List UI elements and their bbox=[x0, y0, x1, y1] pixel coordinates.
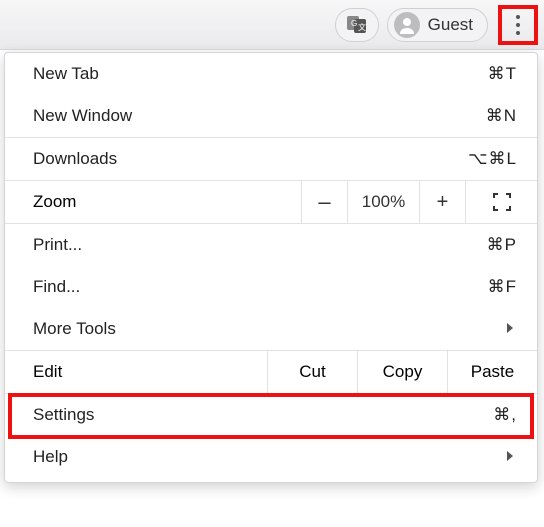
translate-icon: G 文 bbox=[347, 16, 367, 34]
menu-item-shortcut: ⌘F bbox=[488, 277, 517, 297]
menu-item-more-tools[interactable]: More Tools bbox=[5, 308, 537, 351]
menu-item-new-tab[interactable]: New Tab ⌘T bbox=[5, 53, 537, 95]
menu-item-shortcut: ⌘, bbox=[493, 405, 517, 425]
menu-item-edit: Edit Cut Copy Paste bbox=[5, 351, 537, 394]
svg-text:G: G bbox=[351, 19, 357, 28]
menu-item-label: Help bbox=[33, 447, 68, 467]
edit-paste-button[interactable]: Paste bbox=[447, 351, 537, 393]
browser-toolbar: G 文 Guest bbox=[0, 0, 544, 50]
zoom-out-button[interactable]: – bbox=[301, 181, 347, 223]
menu-item-shortcut: ⌥⌘L bbox=[468, 149, 517, 169]
highlight-menu-button bbox=[498, 5, 538, 45]
menu-item-label: Downloads bbox=[33, 149, 117, 169]
browser-menu: New Tab ⌘T New Window ⌘N Downloads ⌥⌘L Z… bbox=[4, 52, 538, 483]
zoom-label: Zoom bbox=[5, 181, 301, 223]
edit-label: Edit bbox=[5, 351, 267, 393]
menu-item-shortcut: ⌘P bbox=[487, 235, 517, 255]
menu-item-downloads[interactable]: Downloads ⌥⌘L bbox=[5, 138, 537, 181]
menu-item-label: Settings bbox=[33, 405, 94, 425]
menu-button[interactable] bbox=[504, 11, 532, 39]
profile-button[interactable]: Guest bbox=[387, 8, 488, 42]
menu-item-label: Find... bbox=[33, 277, 80, 297]
menu-item-label: New Window bbox=[33, 106, 132, 126]
fullscreen-icon bbox=[493, 193, 511, 211]
menu-item-print[interactable]: Print... ⌘P bbox=[5, 224, 537, 266]
menu-item-shortcut: ⌘N bbox=[486, 106, 517, 126]
edit-copy-button[interactable]: Copy bbox=[357, 351, 447, 393]
edit-cut-button[interactable]: Cut bbox=[267, 351, 357, 393]
menu-item-shortcut: ⌘T bbox=[488, 64, 517, 84]
chevron-right-icon bbox=[505, 447, 515, 467]
menu-item-settings[interactable]: Settings ⌘, bbox=[5, 394, 537, 436]
menu-item-label: New Tab bbox=[33, 64, 99, 84]
zoom-value: 100% bbox=[347, 181, 419, 223]
menu-item-find[interactable]: Find... ⌘F bbox=[5, 266, 537, 308]
fullscreen-button[interactable] bbox=[465, 181, 537, 223]
chevron-right-icon bbox=[505, 319, 515, 339]
translate-button[interactable]: G 文 bbox=[335, 8, 379, 42]
menu-item-label: More Tools bbox=[33, 319, 116, 339]
kebab-icon bbox=[516, 15, 520, 35]
menu-item-zoom: Zoom – 100% + bbox=[5, 181, 537, 224]
zoom-in-button[interactable]: + bbox=[419, 181, 465, 223]
svg-text:文: 文 bbox=[358, 22, 366, 32]
menu-item-label: Print... bbox=[33, 235, 82, 255]
profile-label: Guest bbox=[428, 15, 473, 35]
menu-item-help[interactable]: Help bbox=[5, 436, 537, 478]
menu-item-new-window[interactable]: New Window ⌘N bbox=[5, 95, 537, 138]
avatar-icon bbox=[394, 12, 420, 38]
